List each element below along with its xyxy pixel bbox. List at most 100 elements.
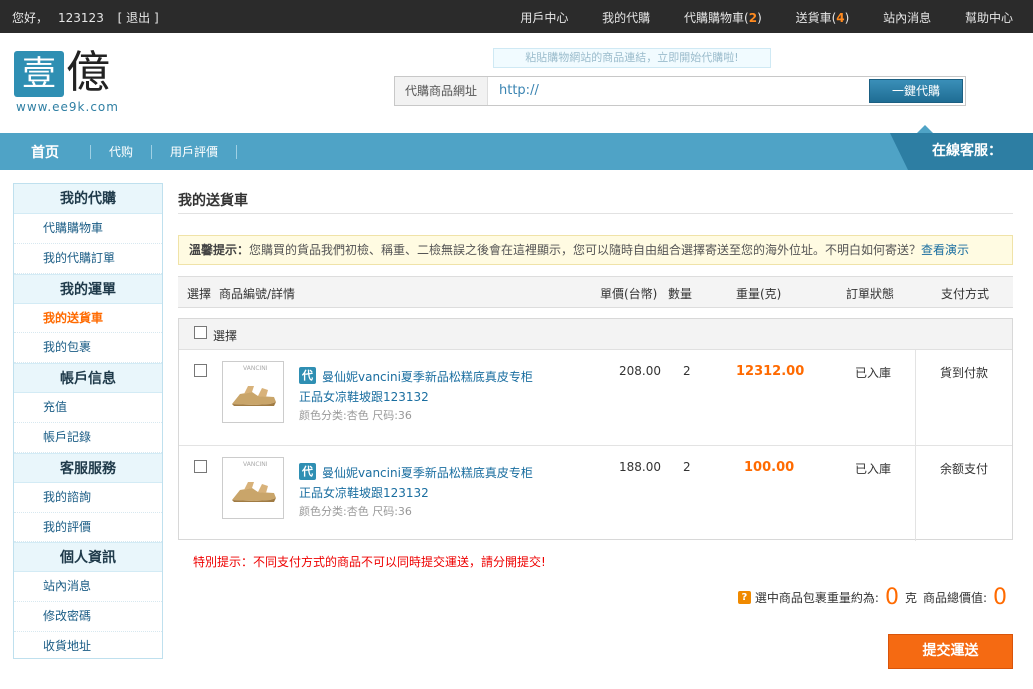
sidebar-section-my-purchase: 我的代購: [14, 184, 162, 214]
title-divider: [178, 213, 1013, 214]
weight-unit: 克: [904, 590, 917, 605]
payment-method: 貨到付款: [939, 366, 988, 380]
nav-purchase[interactable]: 代购: [91, 143, 151, 160]
sidebar-item-purchase-cart[interactable]: 代購購物車: [14, 214, 162, 244]
logout-link[interactable]: [ 退出 ]: [118, 11, 159, 25]
page-title: 我的送貨車: [178, 193, 248, 209]
site-logo[interactable]: 壹 億 www.ee9k.com: [14, 48, 144, 118]
product-thumbnail[interactable]: VANCINI: [222, 457, 284, 519]
view-demo-link[interactable]: 查看演示: [921, 243, 969, 257]
special-warning: 特別提示：不同支付方式的商品不可以同時提交運送，請分開提交!: [193, 555, 546, 569]
user-center-link[interactable]: 用戶中心: [520, 11, 568, 25]
username: 123123: [58, 11, 104, 25]
nav-divider: [236, 144, 238, 159]
sidebar: 我的代購 代購購物車 我的代購訂單 我的運單 我的送貨車 我的包裹 帳戶信息 充…: [13, 183, 163, 659]
shipping-cart-link[interactable]: 送貨車(4): [796, 11, 850, 25]
unit-price: 208.00: [619, 364, 661, 378]
sidebar-item-my-inquiries[interactable]: 我的諮詢: [14, 483, 162, 513]
product-name-link[interactable]: 曼仙妮vancini夏季新品松糕底真皮专柜正品女凉鞋坡跟123132: [299, 463, 539, 503]
notice-text: 您購買的貨品我們初檢、稱重、二檢無誤之後會在這裡顯示，您可以隨時自由組合選擇寄送…: [249, 243, 922, 257]
selection-summary: ? 選中商品包裹重量約為: 0 克 商品總價值: 0: [737, 583, 1013, 611]
row-checkbox[interactable]: [194, 364, 207, 377]
order-status: 已入庫: [855, 366, 892, 380]
weight: 12312.00: [736, 364, 805, 379]
col-product: 商品編號/詳情: [219, 287, 296, 301]
sidebar-section-personal-info: 個人資訊: [14, 542, 162, 573]
logo-url: www.ee9k.com: [16, 100, 119, 114]
notice-banner: 溫馨提示：您購買的貨品我們初檢、稱重、二檢無誤之後會在這裡顯示，您可以隨時自由組…: [178, 235, 1013, 265]
weight: 100.00: [744, 460, 795, 475]
product-thumbnail[interactable]: VANCINI: [222, 361, 284, 423]
my-purchase-link[interactable]: 我的代購: [602, 11, 650, 25]
messages-link[interactable]: 站內消息: [883, 11, 931, 25]
help-link[interactable]: 幫助中心: [965, 11, 1013, 25]
sidebar-item-account-records[interactable]: 帳戶記錄: [14, 423, 162, 453]
quantity: 2: [683, 460, 691, 474]
weight-label: 選中商品包裹重量約為:: [754, 590, 879, 605]
one-click-purchase-button[interactable]: 一鍵代購: [869, 79, 963, 103]
top-links: 用戶中心 我的代購 代購購物車(2) 送貨車(4) 站內消息 幫助中心: [490, 9, 1013, 26]
select-all-checkbox[interactable]: [194, 326, 207, 339]
sandal-image: [232, 386, 276, 406]
sidebar-item-messages[interactable]: 站內消息: [14, 572, 162, 603]
product-spec: 颜色分类:杏色 尺码:36: [299, 409, 412, 422]
table-row: VANCINI 代 曼仙妮vancini夏季新品松糕底真皮专柜正品女凉鞋坡跟12…: [179, 350, 1012, 445]
help-icon[interactable]: ?: [737, 590, 751, 604]
sidebar-item-change-password[interactable]: 修改密碼: [14, 602, 162, 632]
sidebar-section-customer-service: 客服服務: [14, 452, 162, 483]
user-greeting: 您好， 123123 [ 退出 ]: [12, 9, 169, 26]
shipping-table: 選擇 VANCINI 代 曼仙妮vancini夏季新品松糕底真皮专柜正品女凉鞋坡…: [178, 318, 1013, 541]
nav-reviews[interactable]: 用戶評價: [152, 143, 236, 160]
product-spec: 颜色分类:杏色 尺码:36: [299, 505, 412, 518]
search-tip: 粘貼購物網站的商品連結，立即開始代購啦!: [493, 48, 771, 68]
logo-mark: 壹: [14, 51, 64, 97]
purchase-cart-count: 2: [748, 11, 758, 25]
main-nav: 首页 代购 用戶評價 在線客服：: [0, 125, 1033, 170]
purchase-url-search: 代購商品網址 http:// 一鍵代購: [394, 76, 966, 106]
close-paren: ): [844, 11, 850, 25]
unit-price: 188.00: [619, 460, 661, 474]
col-select: 選擇: [187, 287, 212, 301]
submit-shipping-button[interactable]: 提交運送: [888, 634, 1013, 669]
sidebar-item-my-packages[interactable]: 我的包裹: [14, 333, 162, 364]
quantity: 2: [683, 364, 691, 378]
row-checkbox[interactable]: [194, 460, 207, 473]
sidebar-section-my-waybill: 我的運單: [14, 273, 162, 304]
logo-mark-2: 億: [66, 47, 110, 98]
sidebar-item-recharge[interactable]: 充值: [14, 393, 162, 423]
col-price: 單價(台幣): [600, 287, 658, 301]
sidebar-section-account: 帳戶信息: [14, 363, 162, 394]
sidebar-item-shipping-address[interactable]: 收貨地址: [14, 632, 162, 662]
total-value: 0: [993, 584, 1007, 610]
select-all-row: 選擇: [179, 319, 1012, 350]
thumb-brand: VANCINI: [243, 461, 268, 468]
select-all-label: 選擇: [213, 329, 238, 343]
total-weight: 0: [884, 584, 899, 610]
table-header: 選擇 商品編號/詳情 單價(台幣) 數量 重量(克) 訂單狀態 支付方式: [178, 276, 1013, 308]
sandal-image: [232, 482, 276, 502]
purchase-cart-link[interactable]: 代購購物車(2): [684, 11, 762, 25]
product-name-link[interactable]: 曼仙妮vancini夏季新品松糕底真皮专柜正品女凉鞋坡跟123132: [299, 367, 539, 407]
search-label: 代購商品網址: [395, 77, 488, 105]
nav-home[interactable]: 首页: [0, 142, 90, 162]
top-bar: 您好， 123123 [ 退出 ] 用戶中心 我的代購 代購購物車(2) 送貨車(…: [0, 0, 1033, 33]
shipping-cart-label: 送貨車(: [795, 11, 837, 25]
payment-method: 余额支付: [939, 462, 988, 476]
sidebar-item-purchase-orders[interactable]: 我的代購訂單: [14, 244, 162, 274]
nav-notch: [917, 125, 933, 133]
col-qty: 數量: [668, 287, 693, 301]
table-row: VANCINI 代 曼仙妮vancini夏季新品松糕底真皮专柜正品女凉鞋坡跟12…: [179, 446, 1012, 541]
sidebar-item-shipping-cart[interactable]: 我的送貨車: [14, 304, 162, 334]
value-label: 商品總價值:: [922, 590, 987, 605]
url-input[interactable]: http://: [499, 83, 539, 98]
close-paren: ): [757, 11, 762, 25]
greeting-text: 您好，: [12, 11, 49, 25]
order-status: 已入庫: [855, 462, 892, 476]
purchase-cart-label: 代購購物車(: [684, 11, 749, 25]
online-service[interactable]: 在線客服：: [890, 133, 1033, 170]
notice-label: 溫馨提示：: [189, 243, 250, 257]
shipping-cart-count: 4: [836, 11, 845, 25]
col-payment: 支付方式: [941, 287, 990, 301]
thumb-brand: VANCINI: [243, 365, 268, 372]
sidebar-item-my-reviews[interactable]: 我的評價: [14, 513, 162, 543]
